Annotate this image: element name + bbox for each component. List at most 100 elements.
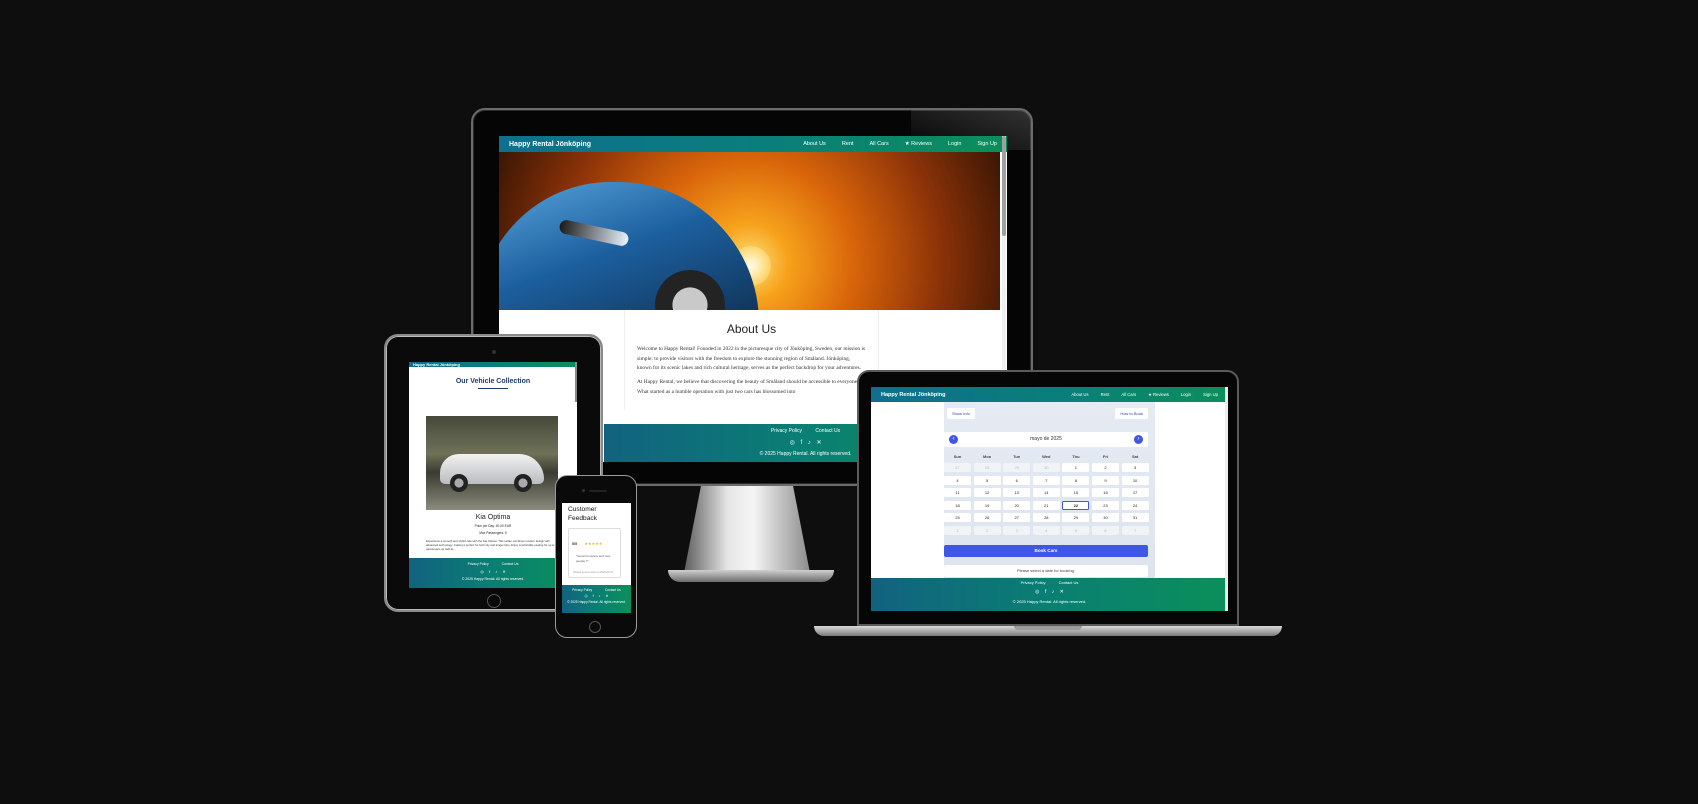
show-info-button[interactable]: Show Info xyxy=(947,408,975,419)
calendar-day[interactable]: 27 xyxy=(1003,513,1031,523)
calendar-day[interactable]: 25 xyxy=(944,513,971,523)
scrollbar[interactable] xyxy=(575,362,577,402)
calendar-day[interactable]: 6 xyxy=(1003,475,1031,485)
calendar-week-row: 11 12 13 14 15 16 17 xyxy=(944,488,1149,498)
scrollbar[interactable] xyxy=(1225,387,1228,611)
book-cars-button[interactable]: Book Cars xyxy=(944,545,1148,557)
footer-links: Privacy Policy Contact Us xyxy=(409,562,577,566)
hero-image xyxy=(499,152,1000,310)
calendar-day[interactable]: 3 xyxy=(1121,463,1149,473)
calendar-day[interactable]: 9 xyxy=(1091,475,1119,485)
calendar-day[interactable]: 11 xyxy=(944,488,971,498)
calendar-day[interactable]: 17 xyxy=(1121,488,1149,498)
nav-signup[interactable]: Sign Up xyxy=(1203,392,1218,397)
nav-rent[interactable]: Rent xyxy=(1101,392,1110,397)
brand-logo[interactable]: Happy Rental Jönköping xyxy=(509,141,591,148)
calendar-day[interactable]: 19 xyxy=(973,500,1001,510)
nav-all-cars[interactable]: All Cars xyxy=(1121,392,1136,397)
calendar-day: 1 xyxy=(944,525,971,535)
calendar-day[interactable]: 28 xyxy=(1032,513,1060,523)
twitter-icon[interactable]: ✕ xyxy=(816,440,821,446)
tiktok-icon[interactable]: ♪ xyxy=(808,440,811,446)
calendar-day: 29 xyxy=(1003,463,1031,473)
calendar-day[interactable]: 26 xyxy=(973,513,1001,523)
footer-copyright: © 2025 Happy Rental. All rights reserved… xyxy=(567,600,626,604)
calendar-day[interactable]: 31 xyxy=(1121,513,1149,523)
review-card: 5/5 ★★★★★ "Good Company and nice people … xyxy=(568,528,621,578)
calendar-day-today[interactable]: 22 xyxy=(1062,500,1090,510)
calendar-day[interactable]: 10 xyxy=(1121,475,1149,485)
nav-signup[interactable]: Sign Up xyxy=(977,141,997,147)
calendar-day[interactable]: 14 xyxy=(1032,488,1060,498)
calendar-day[interactable]: 5 xyxy=(973,475,1001,485)
navbar: Happy Rental Jönköping About Us Rent All… xyxy=(871,387,1228,402)
brand-logo[interactable]: Happy Rental Jönköping xyxy=(413,362,460,367)
how-to-book-button[interactable]: How to Book xyxy=(1115,408,1148,419)
footer-contact-link[interactable]: Contact Us xyxy=(502,562,519,566)
twitter-icon[interactable]: ✕ xyxy=(1060,589,1064,595)
nav-about[interactable]: About Us xyxy=(803,141,826,147)
calendar-day[interactable]: 29 xyxy=(1062,513,1090,523)
calendar-day[interactable]: 18 xyxy=(944,500,971,510)
calendar-day[interactable]: 1 xyxy=(1062,463,1090,473)
weekday-label: Sat xyxy=(1131,454,1139,459)
footer-privacy-link[interactable]: Privacy Policy xyxy=(771,428,802,434)
facebook-icon[interactable]: f xyxy=(489,569,490,574)
calendar-day[interactable]: 15 xyxy=(1062,488,1090,498)
weekday-label: Tue xyxy=(1013,454,1021,459)
facebook-icon[interactable]: f xyxy=(593,594,594,598)
twitter-icon[interactable]: ✕ xyxy=(502,569,505,574)
calendar-day[interactable]: 2 xyxy=(1091,463,1119,473)
calendar-day[interactable]: 7 xyxy=(1032,475,1060,485)
footer-contact-link[interactable]: Contact Us xyxy=(605,588,621,592)
instagram-icon[interactable]: ◎ xyxy=(585,594,588,598)
twitter-icon[interactable]: ✕ xyxy=(605,594,608,598)
calendar-day[interactable]: 20 xyxy=(1003,500,1031,510)
footer-privacy-link[interactable]: Privacy Policy xyxy=(1021,580,1046,585)
calendar-day[interactable]: 13 xyxy=(1003,488,1031,498)
instagram-icon[interactable]: ◎ xyxy=(480,569,484,574)
footer-privacy-link[interactable]: Privacy Policy xyxy=(572,588,592,592)
booking-content: Show Info How to Book ‹ mayo de 2025 › S… xyxy=(871,402,1228,578)
footer-privacy-link[interactable]: Privacy Policy xyxy=(468,562,489,566)
scrollbar-thumb[interactable] xyxy=(1002,136,1006,236)
footer-contact-link[interactable]: Contact Us xyxy=(815,428,840,434)
weekday-label: Wed xyxy=(1042,454,1051,459)
phone-screen: Customer Feedback 5/5 ★★★★★ "Good Compan… xyxy=(562,503,631,613)
about-paragraph-1: Welcome to Happy Rental! Founded in 2022… xyxy=(637,346,866,372)
navbar: Happy Rental Jönköping About Us Rent All… xyxy=(499,136,1007,152)
nav-reviews[interactable]: ★ Reviews xyxy=(1148,392,1169,397)
nav-all-cars[interactable]: All Cars xyxy=(869,141,888,147)
calendar-day[interactable]: 4 xyxy=(944,475,971,485)
nav-reviews[interactable]: ★ Reviews xyxy=(905,141,932,147)
laptop-device: Happy Rental Jönköping About Us Rent All… xyxy=(857,370,1239,626)
nav-rent[interactable]: Rent xyxy=(842,141,854,147)
instagram-icon[interactable]: ◎ xyxy=(790,440,795,446)
calendar-day[interactable]: 12 xyxy=(973,488,1001,498)
nav-login[interactable]: Login xyxy=(948,141,961,147)
monitor-stand-base xyxy=(668,570,834,582)
laptop-notch xyxy=(1014,626,1082,630)
instagram-icon[interactable]: ◎ xyxy=(1035,589,1039,595)
calendar-day[interactable]: 16 xyxy=(1091,488,1119,498)
calendar-day: 3 xyxy=(1003,525,1031,535)
tiktok-icon[interactable]: ♪ xyxy=(599,594,601,598)
nav-about[interactable]: About Us xyxy=(1071,392,1088,397)
facebook-icon[interactable]: f xyxy=(800,440,802,446)
tiktok-icon[interactable]: ♪ xyxy=(495,569,497,574)
brand-logo[interactable]: Happy Rental Jönköping xyxy=(881,392,945,398)
calendar-day[interactable]: 30 xyxy=(1091,513,1119,523)
facebook-icon[interactable]: f xyxy=(1045,589,1046,595)
footer: Privacy Policy Contact Us ◎ f ♪ ✕ © 2025… xyxy=(562,585,631,613)
calendar-day[interactable]: 8 xyxy=(1062,475,1090,485)
calendar-day[interactable]: 24 xyxy=(1121,500,1149,510)
calendar-day[interactable]: 23 xyxy=(1091,500,1119,510)
calendar-day: 7 xyxy=(1121,525,1149,535)
tiktok-icon[interactable]: ♪ xyxy=(1052,589,1055,595)
chevron-right-icon[interactable]: › xyxy=(1134,435,1143,444)
calendar-day[interactable]: 21 xyxy=(1032,500,1060,510)
weekday-label: Thu xyxy=(1072,454,1080,459)
footer-contact-link[interactable]: Contact Us xyxy=(1059,580,1079,585)
calendar-day: 6 xyxy=(1091,525,1119,535)
nav-login[interactable]: Login xyxy=(1181,392,1191,397)
